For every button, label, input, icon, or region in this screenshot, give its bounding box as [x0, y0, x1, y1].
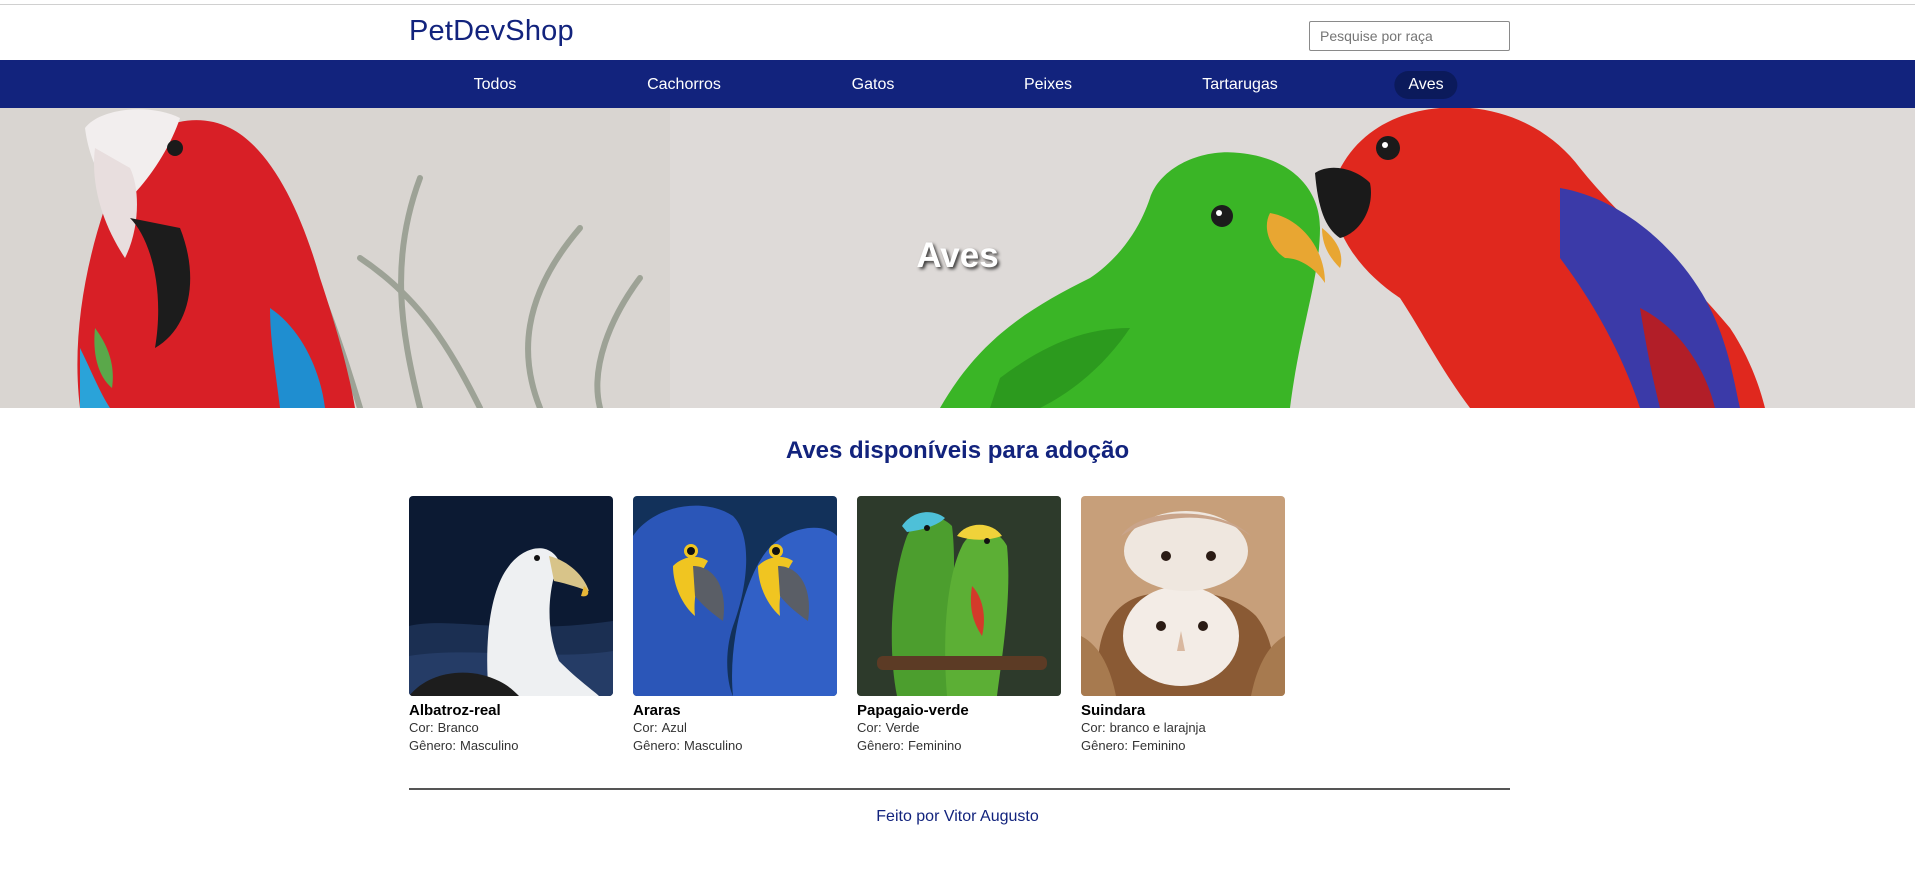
nav-item-gatos[interactable]: Gatos [838, 71, 909, 99]
pet-color-value: Verde [885, 720, 920, 735]
pet-color-label: Cor: [857, 720, 882, 735]
nav-item-todos[interactable]: Todos [460, 71, 531, 99]
pet-gender-label: Gênero: [409, 738, 456, 753]
pet-name: Suindara [1081, 702, 1146, 719]
pet-photo-barn-owls[interactable] [1081, 496, 1285, 696]
breed-search-input[interactable] [1309, 21, 1510, 51]
pet-gender: Gênero: Masculino [409, 737, 613, 755]
footer-divider [409, 788, 1510, 790]
category-nav: Todos Cachorros Gatos Peixes Tartarugas … [0, 60, 1915, 108]
pet-color-value: Branco [437, 720, 479, 735]
pet-gender-value: Feminino [907, 738, 962, 753]
pet-name: Papagaio-verde [857, 702, 969, 719]
pet-photo-green-parrots[interactable] [857, 496, 1061, 696]
nav-item-cachorros[interactable]: Cachorros [633, 71, 735, 99]
pet-photo-albatross[interactable] [409, 496, 613, 696]
site-logo[interactable]: PetDevShop [409, 15, 574, 48]
pet-gender-value: Masculino [459, 738, 519, 753]
pet-gender: Gênero: Masculino [633, 737, 837, 755]
pet-card-araras[interactable]: Araras Cor: Azul Gênero: Masculino [633, 496, 837, 755]
pet-gender-label: Gênero: [633, 738, 680, 753]
pet-color: Cor: branco e larajnja [1081, 719, 1285, 737]
nav-item-tartarugas[interactable]: Tartarugas [1188, 71, 1292, 99]
pet-gender: Gênero: Feminino [1081, 737, 1285, 755]
hero-banner: Aves [0, 108, 1915, 408]
pet-card-papagaio-verde[interactable]: Papagaio-verde Cor: Verde Gênero: Feminino [857, 496, 1061, 755]
pet-color-label: Cor: [1081, 720, 1106, 735]
pet-name: Araras [633, 702, 681, 719]
nav-item-peixes[interactable]: Peixes [1010, 71, 1086, 99]
pet-gender: Gênero: Feminino [857, 737, 1061, 755]
pet-name: Albatroz-real [409, 702, 501, 719]
pet-color-label: Cor: [633, 720, 658, 735]
pet-gender-label: Gênero: [857, 738, 904, 753]
pet-color: Cor: Verde [857, 719, 1061, 737]
pet-card-suindara[interactable]: Suindara Cor: branco e larajnja Gênero: Fe… [1081, 496, 1285, 755]
pet-gender-value: Feminino [1131, 738, 1186, 753]
section-title: Aves disponíveis para adoção [785, 437, 1130, 464]
pet-card-list: Albatroz-real Cor: Branco Gênero: Masculin… [409, 496, 1309, 761]
site-header: PetDevShop [409, 5, 1510, 60]
nav-item-aves[interactable]: Aves [1394, 71, 1458, 99]
pet-color: Cor: Branco [409, 719, 613, 737]
pet-card-albatroz-real[interactable]: Albatroz-real Cor: Branco Gênero: Masculin… [409, 496, 613, 755]
pet-color-value: branco e larajnja [1109, 720, 1206, 735]
pet-gender-value: Masculino [683, 738, 743, 753]
pet-gender-label: Gênero: [1081, 738, 1128, 753]
footer-credit: Feito por Vitor Augusto [876, 808, 1039, 825]
pet-photo-macaws[interactable] [633, 496, 837, 696]
hero-title: Aves [916, 236, 999, 275]
pet-color-label: Cor: [409, 720, 434, 735]
pet-color-value: Azul [661, 720, 687, 735]
pet-color: Cor: Azul [633, 719, 837, 737]
